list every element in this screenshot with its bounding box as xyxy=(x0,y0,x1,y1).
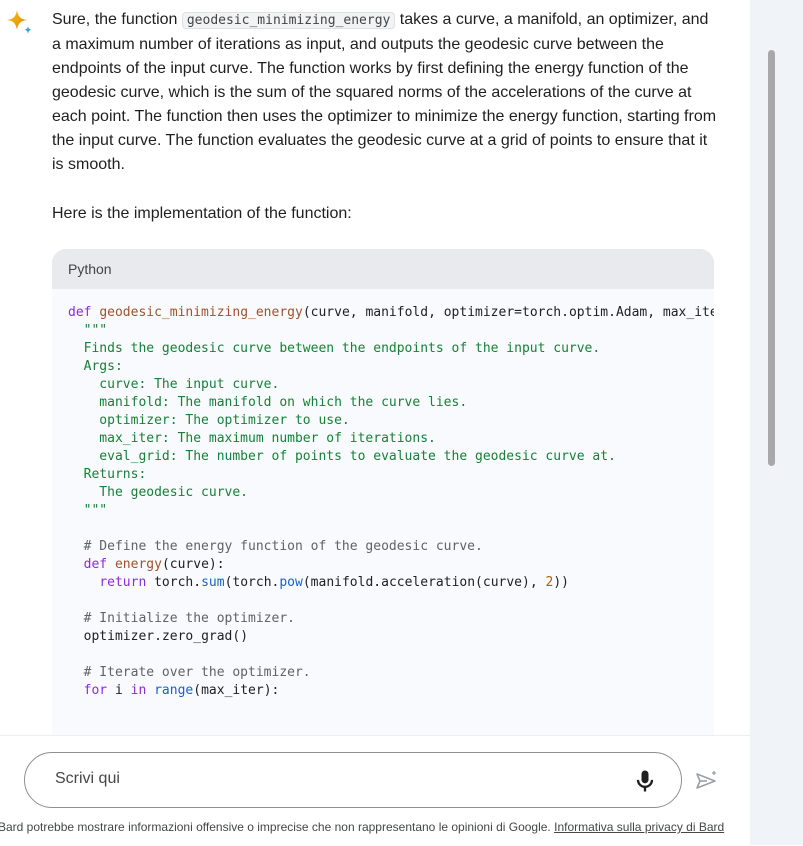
code-line: for i in range(max_iter): xyxy=(83,683,280,698)
answer-paragraph: Sure, the function geodesic_minimizing_e… xyxy=(52,8,720,177)
prompt-input[interactable]: Scrivi qui xyxy=(24,752,682,808)
code-line: return torch.sum(torch.pow(manifold.acce… xyxy=(99,575,569,590)
code-line: def geodesic_minimizing_energy(curve, ma… xyxy=(68,305,714,320)
code-line: Finds the geodesic curve between the end… xyxy=(68,341,601,356)
code-line: Returns: xyxy=(68,467,147,482)
mic-icon[interactable] xyxy=(631,767,659,795)
send-icon[interactable] xyxy=(692,767,720,795)
prompt-placeholder: Scrivi qui xyxy=(55,770,120,787)
code-language-label: Python xyxy=(52,249,714,289)
code-line: """ xyxy=(68,503,108,518)
implementation-intro: Here is the implementation of the functi… xyxy=(52,205,352,222)
disclaimer: Bard potrebbe mostrare informazioni offe… xyxy=(0,820,758,834)
answer-text-rest: takes a curve, a manifold, an optimizer,… xyxy=(52,11,717,173)
code-line: # Iterate over the optimizer. xyxy=(68,665,311,680)
inline-code-function-name: geodesic_minimizing_energy xyxy=(181,12,396,29)
code-line: optimizer: The optimizer to use. xyxy=(68,413,350,428)
code-line: """ xyxy=(68,323,108,338)
answer-text-start: Sure, the function xyxy=(52,11,182,28)
code-line: manifold: The manifold on which the curv… xyxy=(68,395,468,410)
code-line: eval_grid: The number of points to evalu… xyxy=(68,449,616,464)
code-line: # Define the energy function of the geod… xyxy=(68,539,483,554)
code-line: # Initialize the optimizer. xyxy=(68,611,295,626)
code-line: Args: xyxy=(68,359,123,374)
code-line: The geodesic curve. xyxy=(68,485,249,500)
scrollbar-thumb[interactable] xyxy=(768,50,775,466)
code-content: def geodesic_minimizing_energy(curve, ma… xyxy=(52,289,714,700)
code-line: curve: The input curve. xyxy=(68,377,280,392)
privacy-link[interactable]: Informativa sulla privacy di Bard xyxy=(554,820,724,834)
code-line: optimizer.zero_grad() xyxy=(83,629,249,644)
disclaimer-text: Bard potrebbe mostrare informazioni offe… xyxy=(0,820,555,834)
code-block: Python def geodesic_minimizing_energy(cu… xyxy=(52,249,714,739)
code-line: def energy(curve): xyxy=(83,557,225,572)
sparkle-icon xyxy=(7,10,32,34)
code-line: max_iter: The maximum number of iteratio… xyxy=(68,431,436,446)
